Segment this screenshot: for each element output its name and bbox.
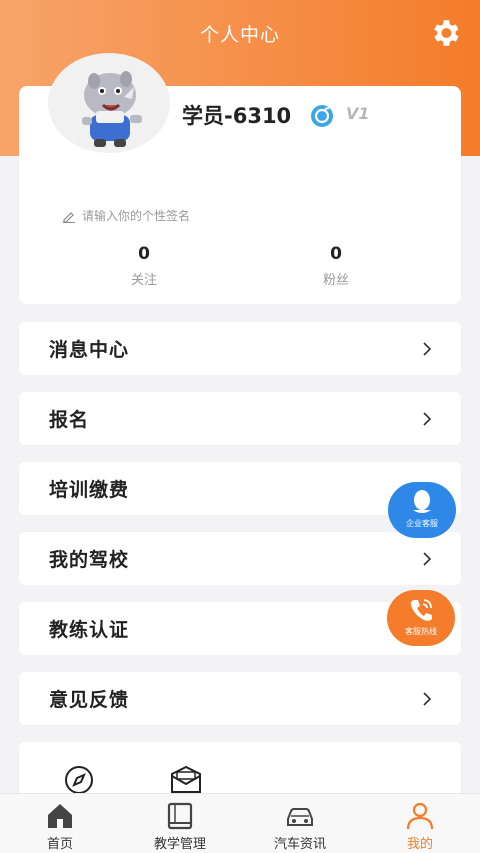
bottom-tab-bar: 首页 教学管理 汽车资讯 我的 — [0, 793, 480, 853]
tab-home-label: 首页 — [46, 837, 73, 852]
car-icon — [287, 808, 313, 826]
tab-teaching[interactable]: 教学管理 — [120, 794, 240, 853]
chevron-right-icon — [423, 341, 432, 356]
following-count: 0 — [138, 244, 150, 264]
pencil-icon — [63, 211, 75, 223]
qq-service-label: 企业客服 — [406, 519, 438, 528]
gear-icon[interactable] — [428, 16, 462, 50]
username: 学员-6310 — [182, 104, 292, 128]
book-icon — [167, 802, 193, 830]
rhino-mascot-icon — [82, 71, 142, 147]
verified-icon — [311, 105, 333, 127]
followers-label: 粉丝 — [322, 273, 349, 288]
chevron-right-icon — [423, 551, 432, 566]
user-icon — [406, 802, 434, 830]
tab-car-news-label: 汽车资讯 — [273, 837, 326, 852]
stat-following[interactable]: 0 关注 — [94, 244, 194, 288]
qq-penguin-icon — [413, 490, 431, 513]
followers-count: 0 — [330, 244, 342, 264]
menu-item-my-school[interactable]: 我的驾校 — [19, 532, 461, 585]
mail-icon[interactable] — [169, 764, 203, 796]
page-title: 个人中心 — [199, 24, 280, 46]
menu-item-label: 意见反馈 — [49, 689, 130, 711]
menu-item-label: 培训缴费 — [49, 479, 130, 501]
menu-item-feedback[interactable]: 意见反馈 — [19, 672, 461, 725]
tab-me[interactable]: 我的 — [360, 794, 480, 853]
compass-icon[interactable] — [63, 764, 95, 796]
tab-me-label: 我的 — [406, 837, 433, 852]
stat-followers[interactable]: 0 粉丝 — [286, 244, 386, 288]
menu-item-label: 教练认证 — [49, 619, 130, 641]
chevron-right-icon — [423, 691, 432, 706]
tab-home[interactable]: 首页 — [0, 794, 120, 853]
signature-placeholder: 请输入你的个性签名 — [82, 209, 191, 223]
home-icon — [48, 804, 72, 828]
phone-hotline-label: 客服热线 — [405, 627, 437, 636]
menu-item-signup[interactable]: 报名 — [19, 392, 461, 445]
phone-icon — [410, 599, 432, 621]
menu-item-label: 报名 — [49, 409, 90, 431]
following-label: 关注 — [130, 273, 157, 288]
phone-hotline-button[interactable]: 客服热线 — [387, 590, 455, 646]
menu-item-messages[interactable]: 消息中心 — [19, 322, 461, 375]
tab-car-news[interactable]: 汽车资讯 — [240, 794, 360, 853]
menu-item-label: 消息中心 — [49, 339, 130, 361]
tab-teaching-label: 教学管理 — [153, 837, 206, 852]
menu-item-label: 我的驾校 — [49, 549, 130, 571]
chevron-right-icon — [423, 411, 432, 426]
avatar[interactable] — [48, 53, 170, 153]
qq-service-button[interactable]: 企业客服 — [388, 482, 456, 538]
level-badge: V1 — [346, 104, 370, 123]
signature-field[interactable]: 请输入你的个性签名 — [62, 207, 190, 224]
